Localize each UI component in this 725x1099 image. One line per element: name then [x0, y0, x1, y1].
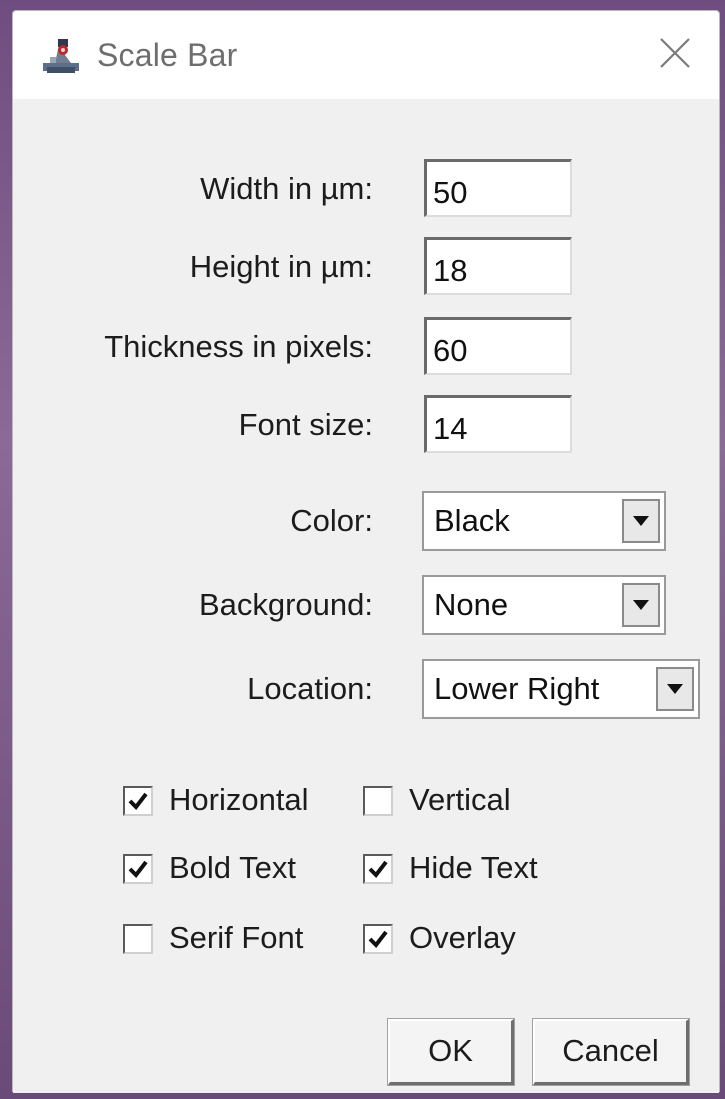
- width-label: Width in µm:: [200, 171, 373, 206]
- thickness-label: Thickness in pixels:: [104, 329, 373, 364]
- ok-button[interactable]: OK: [388, 1019, 514, 1085]
- checkmark-icon: [368, 930, 388, 949]
- checkbox-box[interactable]: [363, 924, 393, 954]
- vertical-label: Vertical: [409, 782, 511, 817]
- color-dropdown-button[interactable]: [622, 499, 660, 543]
- cancel-button[interactable]: Cancel: [533, 1019, 689, 1085]
- checkmark-icon: [128, 792, 148, 811]
- location-value: Lower Right: [434, 671, 600, 706]
- window-title: Scale Bar: [97, 37, 238, 73]
- overlay-label: Overlay: [409, 920, 516, 955]
- location-select[interactable]: Lower Right: [422, 659, 700, 719]
- thickness-field[interactable]: [424, 317, 572, 375]
- imagej-microscope-icon: [41, 35, 81, 75]
- color-select[interactable]: Black: [422, 491, 666, 551]
- color-value: Black: [434, 503, 510, 538]
- chevron-down-icon: [633, 516, 649, 526]
- checkbox-box[interactable]: [363, 786, 393, 816]
- background-label: Background:: [198, 587, 373, 622]
- checkmark-icon: [128, 860, 148, 879]
- background-value: None: [434, 587, 509, 622]
- chevron-down-icon: [633, 600, 649, 610]
- close-button[interactable]: [631, 11, 719, 99]
- height-label: Height in µm:: [189, 249, 373, 284]
- serif-font-label: Serif Font: [169, 920, 304, 955]
- width-field[interactable]: [424, 159, 572, 217]
- horizontal-label: Horizontal: [169, 782, 309, 817]
- checkmark-icon: [368, 860, 388, 879]
- chevron-down-icon: [667, 684, 683, 694]
- checkbox-box[interactable]: [363, 854, 393, 884]
- hide-text-label: Hide Text: [409, 850, 538, 885]
- checkbox-box[interactable]: [123, 924, 153, 954]
- checkbox-box[interactable]: [123, 854, 153, 884]
- location-dropdown-button[interactable]: [656, 667, 694, 711]
- height-field[interactable]: [424, 237, 572, 295]
- title-bar[interactable]: Scale Bar: [13, 11, 719, 99]
- font-size-field[interactable]: [424, 395, 572, 453]
- color-label: Color:: [290, 503, 373, 538]
- scale-bar-dialog: Scale Bar Width in µm: Height in µm: Thi…: [12, 10, 720, 1093]
- close-icon: [660, 38, 690, 68]
- dialog-body: Width in µm: Height in µm: Thickness in …: [13, 99, 719, 1093]
- background-dropdown-button[interactable]: [622, 583, 660, 627]
- background-select[interactable]: None: [422, 575, 666, 635]
- bold-text-label: Bold Text: [169, 850, 296, 885]
- font-size-label: Font size:: [238, 407, 373, 442]
- checkbox-box[interactable]: [123, 786, 153, 816]
- location-label: Location:: [247, 671, 373, 706]
